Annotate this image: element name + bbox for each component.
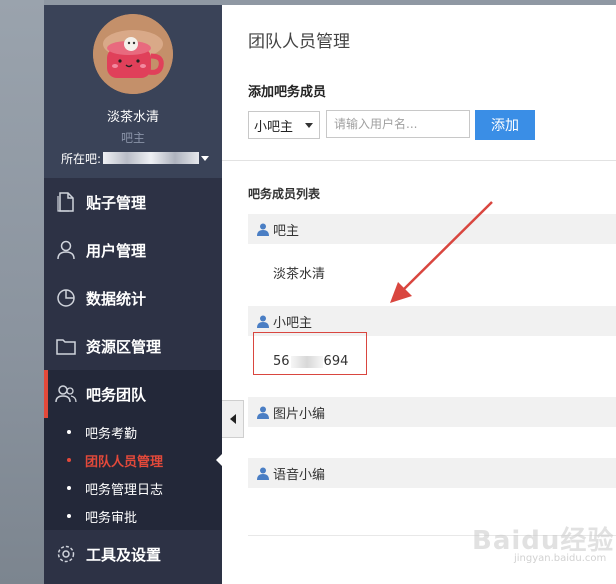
submenu-item-label: 吧务考勤 xyxy=(85,426,138,442)
desktop-background xyxy=(0,0,44,584)
document-icon xyxy=(55,191,77,213)
sidebar-item-resources[interactable]: 资源区管理 xyxy=(44,322,222,370)
sidebar-item-label: 吧务团队 xyxy=(86,385,147,404)
user-icon xyxy=(55,239,77,261)
sidebar-item-label: 用户管理 xyxy=(86,241,147,260)
team-icon xyxy=(55,383,77,405)
bar-label: 所在吧: xyxy=(61,151,102,166)
sidebar-item-label: 贴子管理 xyxy=(86,193,147,212)
pie-chart-icon xyxy=(55,287,77,309)
submenu-item-label: 吧务管理日志 xyxy=(85,482,164,498)
sidebar-item-stats[interactable]: 数据统计 xyxy=(44,274,222,322)
profile-username[interactable]: 淡茶水清 xyxy=(44,106,222,125)
avatar[interactable] xyxy=(93,14,173,94)
sidebar-item-team[interactable]: 吧务团队 xyxy=(44,370,222,418)
submenu-item-attendance[interactable]: 吧务考勤 xyxy=(44,418,222,446)
folder-icon xyxy=(55,335,77,357)
sidebar-item-label: 资源区管理 xyxy=(86,337,162,356)
caret-down-icon xyxy=(201,155,210,161)
annotation-arrow xyxy=(390,201,493,303)
sidebar-item-tools[interactable]: 工具及设置 xyxy=(44,530,222,578)
gear-icon xyxy=(55,543,77,565)
profile-card: 淡茶水清 吧主 所在吧: xyxy=(44,5,222,178)
sidebar: 淡茶水清 吧主 所在吧: 贴子管理 用户管理 数据统计 资源区管理 吧务团队 吧… xyxy=(44,5,223,584)
current-bar-selector[interactable]: 所在吧: xyxy=(61,149,221,167)
bullet-icon xyxy=(67,458,71,462)
submenu-item-approval[interactable]: 吧务审批 xyxy=(44,502,222,530)
bullet-icon xyxy=(67,430,71,434)
watermark-url: jingyan.baidu.com xyxy=(514,553,607,564)
sidebar-item-users[interactable]: 用户管理 xyxy=(44,226,222,274)
main-panel: 团队人员管理 添加吧务成员 小吧主 添加 吧务成员列表 吧主 淡茶水清 小吧主 … xyxy=(222,5,616,584)
team-submenu: 吧务考勤 团队人员管理 吧务管理日志 吧务审批 xyxy=(44,418,222,530)
bullet-icon xyxy=(67,514,71,518)
bullet-icon xyxy=(67,486,71,490)
bar-name-redacted xyxy=(103,152,200,164)
submenu-item-label: 吧务审批 xyxy=(85,510,138,526)
submenu-item-admin-log[interactable]: 吧务管理日志 xyxy=(44,474,222,502)
sidebar-item-label: 数据统计 xyxy=(86,289,147,308)
baidu-watermark: Baidu经验 xyxy=(472,526,615,556)
submenu-item-label: 团队人员管理 xyxy=(85,454,164,470)
submenu-item-team-members[interactable]: 团队人员管理 xyxy=(44,446,222,474)
sidebar-item-label: 工具及设置 xyxy=(86,545,162,564)
profile-role: 吧主 xyxy=(120,131,145,145)
sidebar-item-posts[interactable]: 贴子管理 xyxy=(44,178,222,226)
avatar-cup-image xyxy=(93,14,173,94)
